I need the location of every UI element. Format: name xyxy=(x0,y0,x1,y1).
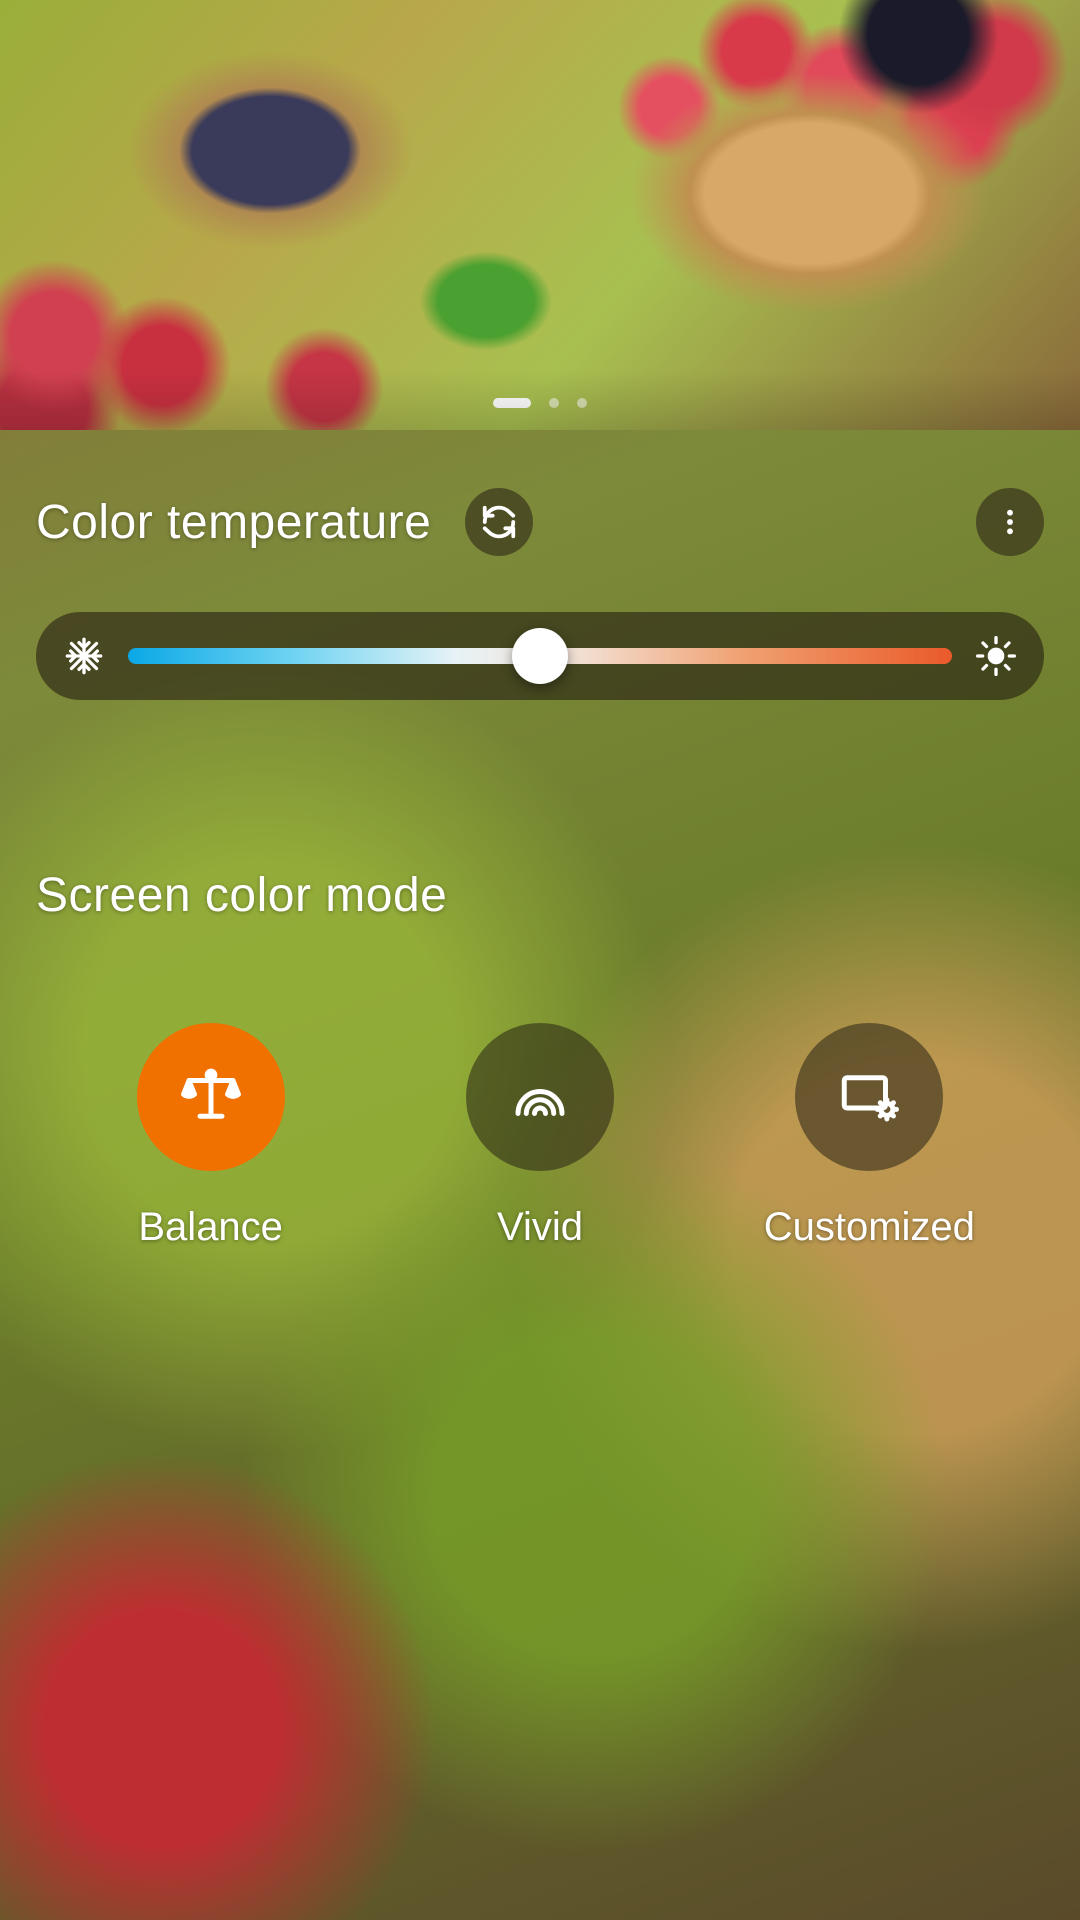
scale-icon xyxy=(178,1064,244,1130)
color-mode-customized[interactable]: Customized xyxy=(729,1023,1009,1250)
overflow-menu-button[interactable] xyxy=(976,488,1044,556)
mode-label: Customized xyxy=(764,1205,975,1250)
color-mode-vivid[interactable]: Vivid xyxy=(400,1023,680,1250)
more-vertical-icon xyxy=(994,506,1026,538)
color-mode-button[interactable] xyxy=(466,1023,614,1171)
snowflake-icon xyxy=(64,636,104,676)
screen-gear-icon xyxy=(836,1064,902,1130)
slider-track[interactable] xyxy=(128,648,952,664)
color-mode-button[interactable] xyxy=(795,1023,943,1171)
pager-dot xyxy=(549,398,559,408)
rainbow-icon xyxy=(507,1064,573,1130)
pager-dot-active xyxy=(493,398,531,408)
pager-dot xyxy=(577,398,587,408)
sun-icon xyxy=(976,636,1016,676)
color-temperature-title: Color temperature xyxy=(36,495,431,550)
refresh-icon xyxy=(480,503,518,541)
color-mode-balance[interactable]: Balance xyxy=(71,1023,351,1250)
mode-label: Vivid xyxy=(497,1205,583,1250)
screen-color-mode-title: Screen color mode xyxy=(36,868,1044,923)
reset-button[interactable] xyxy=(465,488,533,556)
mode-label: Balance xyxy=(138,1205,283,1250)
color-mode-button[interactable] xyxy=(137,1023,285,1171)
carousel-pager xyxy=(493,398,587,408)
preview-image-carousel[interactable] xyxy=(0,0,1080,430)
slider-thumb[interactable] xyxy=(512,628,568,684)
color-temperature-slider[interactable] xyxy=(36,612,1044,700)
